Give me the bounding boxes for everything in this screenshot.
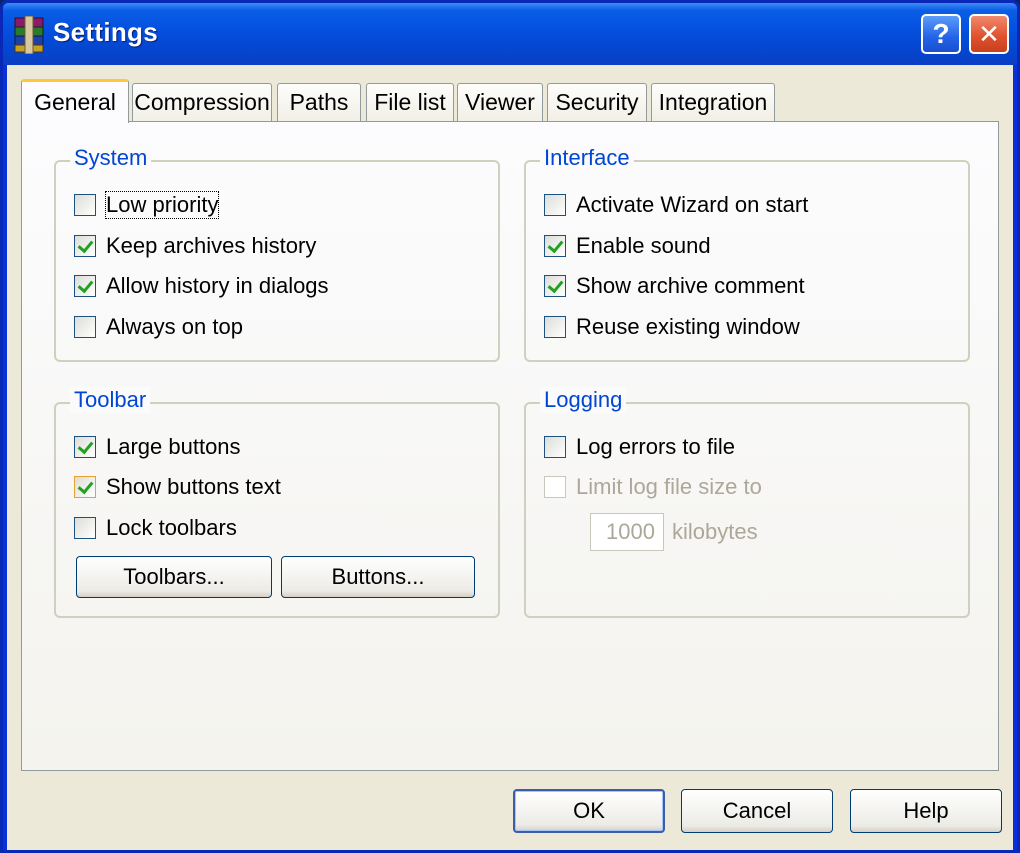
close-icon: ✕ <box>978 18 1000 49</box>
checkbox-box[interactable] <box>544 436 566 458</box>
enable-sound-checkbox[interactable]: Enable sound <box>544 231 711 261</box>
toolbar-group: Toolbar Large buttons Show buttons text … <box>54 387 500 618</box>
checkbox-label: Always on top <box>106 314 243 339</box>
show-buttons-text-checkbox[interactable]: Show buttons text <box>74 472 281 502</box>
cancel-button[interactable]: Cancel <box>681 789 833 833</box>
show-archive-comment-checkbox[interactable]: Show archive comment <box>544 271 805 301</box>
tab-viewer[interactable]: Viewer <box>457 83 543 121</box>
checkbox-label: Allow history in dialogs <box>106 273 329 298</box>
reuse-existing-window-checkbox[interactable]: Reuse existing window <box>544 312 800 342</box>
tab-paths[interactable]: Paths <box>277 83 361 121</box>
interface-group-title: Interface <box>540 145 634 171</box>
keep-archives-history-checkbox[interactable]: Keep archives history <box>74 231 316 261</box>
system-group-title: System <box>70 145 152 171</box>
checkbox-label: Show archive comment <box>576 273 805 298</box>
always-on-top-checkbox[interactable]: Always on top <box>74 312 243 342</box>
low-priority-checkbox[interactable]: Low priority <box>74 190 220 220</box>
logging-group: Logging Log errors to file Limit log fil… <box>524 387 970 618</box>
settings-window: Settings ? ✕ General Compression Paths F… <box>0 0 1020 853</box>
question-icon: ? <box>932 18 950 49</box>
title-bar[interactable]: Settings ? ✕ <box>3 3 1017 65</box>
checkbox-box[interactable] <box>544 275 566 297</box>
checkbox-box[interactable] <box>74 194 96 216</box>
checkbox-box[interactable] <box>74 316 96 338</box>
toolbars-button[interactable]: Toolbars... <box>76 556 272 598</box>
checkbox-box[interactable] <box>544 316 566 338</box>
tab-integration[interactable]: Integration <box>651 83 775 121</box>
checkbox-box[interactable] <box>544 235 566 257</box>
checkbox-box[interactable] <box>74 476 96 498</box>
checkbox-box[interactable] <box>74 517 96 539</box>
ok-button[interactable]: OK <box>513 789 665 833</box>
lock-toolbars-checkbox[interactable]: Lock toolbars <box>74 513 237 543</box>
limit-log-size-checkbox[interactable]: Limit log file size to <box>544 472 762 502</box>
checkbox-label: Lock toolbars <box>106 515 237 540</box>
winrar-app-icon <box>14 16 44 54</box>
checkbox-label: Limit log file size to <box>576 474 762 499</box>
logging-group-title: Logging <box>540 387 627 413</box>
checkbox-box[interactable] <box>544 194 566 216</box>
tab-file-list[interactable]: File list <box>366 83 454 121</box>
checkbox-label: Large buttons <box>106 434 241 459</box>
tab-general[interactable]: General <box>21 79 129 123</box>
log-size-row: 1000 kilobytes <box>590 512 758 552</box>
help-title-button[interactable]: ? <box>921 14 961 54</box>
interface-group: Interface Activate Wizard on start Enabl… <box>524 145 970 362</box>
system-group: System Low priority Keep archives histor… <box>54 145 500 362</box>
tab-security[interactable]: Security <box>547 83 647 121</box>
checkbox-label: Enable sound <box>576 233 711 258</box>
window-title: Settings <box>53 17 158 47</box>
checkbox-label: Keep archives history <box>106 233 317 258</box>
allow-history-in-dialogs-checkbox[interactable]: Allow history in dialogs <box>74 271 329 301</box>
checkbox-label: Reuse existing window <box>576 314 800 339</box>
help-button[interactable]: Help <box>850 789 1002 833</box>
checkbox-box[interactable] <box>74 235 96 257</box>
large-buttons-checkbox[interactable]: Large buttons <box>74 432 241 462</box>
log-errors-checkbox[interactable]: Log errors to file <box>544 432 735 462</box>
toolbar-group-title: Toolbar <box>70 387 151 413</box>
checkbox-label: Activate Wizard on start <box>576 192 809 217</box>
checkbox-box[interactable] <box>74 436 96 458</box>
dialog-body: General Compression Paths File list View… <box>7 65 1013 850</box>
general-tab-panel: System Low priority Keep archives histor… <box>21 121 999 771</box>
activate-wizard-checkbox[interactable]: Activate Wizard on start <box>544 190 808 220</box>
close-button[interactable]: ✕ <box>969 14 1009 54</box>
checkbox-label: Low priority <box>104 191 220 219</box>
log-size-input[interactable]: 1000 <box>590 513 664 551</box>
buttons-button[interactable]: Buttons... <box>281 556 475 598</box>
checkbox-label: Log errors to file <box>576 434 735 459</box>
checkbox-box[interactable] <box>544 476 566 498</box>
tab-compression[interactable]: Compression <box>132 83 272 121</box>
checkbox-box[interactable] <box>74 275 96 297</box>
checkbox-label: Show buttons text <box>106 474 281 499</box>
log-size-unit: kilobytes <box>672 519 758 544</box>
